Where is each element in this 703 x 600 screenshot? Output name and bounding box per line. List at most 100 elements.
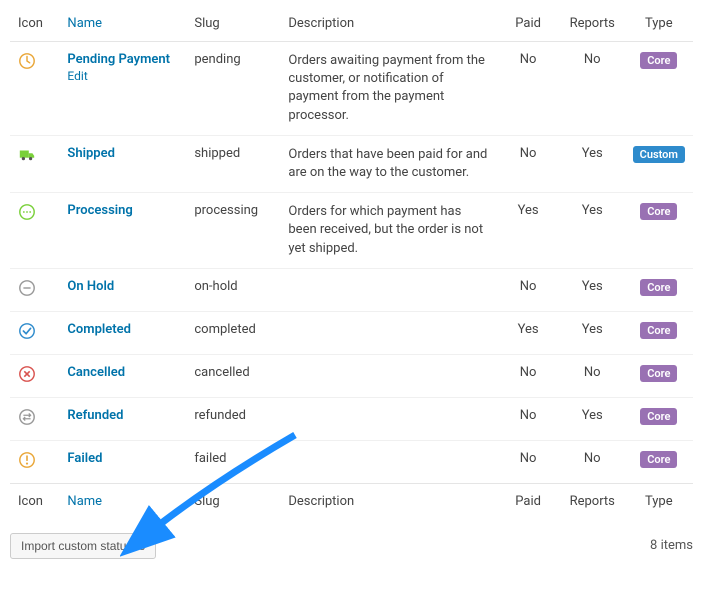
type-badge: Core: [640, 322, 677, 339]
status-reports: Yes: [560, 135, 625, 192]
status-reports: Yes: [560, 397, 625, 440]
table-row: On Hold on-hold NoYesCore: [10, 268, 693, 311]
status-paid: No: [496, 440, 560, 483]
truck-icon: [10, 135, 59, 192]
status-description: Orders awaiting payment from the custome…: [280, 42, 496, 136]
status-type: Core: [625, 42, 693, 136]
type-badge: Core: [640, 203, 677, 220]
status-reports: Yes: [560, 268, 625, 311]
table-body: Pending Payment Edit pendingOrders awaitin…: [10, 42, 693, 484]
table-row: Refunded refunded NoYes Core: [10, 397, 693, 440]
status-name-link[interactable]: On Hold: [67, 279, 114, 294]
status-name-link[interactable]: Failed: [67, 451, 102, 466]
type-badge: Core: [640, 451, 677, 468]
status-slug: shipped: [186, 135, 280, 192]
status-name-cell: Completed: [59, 311, 186, 354]
edit-link[interactable]: Edit: [67, 69, 87, 83]
status-name-link[interactable]: Cancelled: [67, 365, 125, 380]
table-row: ProcessingprocessingOrders for which pay…: [10, 193, 693, 269]
column-footer-icon[interactable]: Icon: [10, 483, 59, 519]
sort-name-footer-link[interactable]: Name: [67, 494, 102, 509]
status-description: [280, 354, 496, 397]
status-name-cell: Cancelled: [59, 354, 186, 397]
alert-icon: [10, 440, 59, 483]
table-row: Failed failed NoNo Core: [10, 440, 693, 483]
status-reports: No: [560, 42, 625, 136]
status-slug: completed: [186, 311, 280, 354]
status-slug: failed: [186, 440, 280, 483]
status-paid: Yes: [496, 193, 560, 269]
column-header-reports[interactable]: Reports: [560, 6, 625, 42]
status-name-cell: Processing: [59, 193, 186, 269]
status-description: [280, 311, 496, 354]
status-paid: No: [496, 268, 560, 311]
table-header: Icon Name Slug Description Paid Reports …: [10, 6, 693, 42]
row-actions: Edit: [67, 69, 178, 83]
status-description: Orders for which payment has been receiv…: [280, 193, 496, 269]
column-footer-slug[interactable]: Slug: [186, 483, 280, 519]
type-badge: Custom: [633, 146, 685, 163]
status-type: Custom: [625, 135, 693, 192]
status-slug: refunded: [186, 397, 280, 440]
status-name-link[interactable]: Pending Payment: [67, 52, 170, 67]
column-header-type[interactable]: Type: [625, 6, 693, 42]
status-paid: No: [496, 397, 560, 440]
status-description: [280, 440, 496, 483]
import-custom-statuses-button[interactable]: Import custom statuses: [10, 533, 156, 559]
status-reports: Yes: [560, 311, 625, 354]
status-name-link[interactable]: Processing: [67, 203, 132, 218]
status-name-cell: Refunded: [59, 397, 186, 440]
status-slug: on-hold: [186, 268, 280, 311]
status-name-cell: On Hold: [59, 268, 186, 311]
column-footer-type[interactable]: Type: [625, 483, 693, 519]
column-footer-paid[interactable]: Paid: [496, 483, 560, 519]
status-name-link[interactable]: Refunded: [67, 408, 123, 423]
table-row: Completed completed YesYes Core: [10, 311, 693, 354]
status-paid: No: [496, 135, 560, 192]
swap-icon: [10, 397, 59, 440]
status-slug: cancelled: [186, 354, 280, 397]
column-header-slug[interactable]: Slug: [186, 6, 280, 42]
status-table: Icon Name Slug Description Paid Reports …: [10, 6, 693, 519]
table-row: Shipped shippedOrders that have been paid…: [10, 135, 693, 192]
column-header-name[interactable]: Name: [59, 6, 186, 42]
column-header-description[interactable]: Description: [280, 6, 496, 42]
status-type: Core: [625, 397, 693, 440]
status-reports: No: [560, 440, 625, 483]
status-description: [280, 268, 496, 311]
status-type: Core: [625, 354, 693, 397]
minus-icon: [10, 268, 59, 311]
sort-name-link[interactable]: Name: [67, 16, 102, 31]
status-slug: pending: [186, 42, 280, 136]
dots-icon: [10, 193, 59, 269]
status-type: Core: [625, 268, 693, 311]
status-description: Orders that have been paid for and are o…: [280, 135, 496, 192]
column-header-paid[interactable]: Paid: [496, 6, 560, 42]
status-name-cell: Failed: [59, 440, 186, 483]
status-name-cell: Pending Payment Edit: [59, 42, 186, 136]
table-footer: Icon Name Slug Description Paid Reports …: [10, 483, 693, 519]
status-description: [280, 397, 496, 440]
column-footer-description[interactable]: Description: [280, 483, 496, 519]
x-icon: [10, 354, 59, 397]
column-footer-name[interactable]: Name: [59, 483, 186, 519]
column-footer-reports[interactable]: Reports: [560, 483, 625, 519]
bottom-bar: Import custom statuses 8 items: [10, 533, 693, 559]
status-reports: No: [560, 354, 625, 397]
type-badge: Core: [640, 408, 677, 425]
type-badge: Core: [640, 52, 677, 69]
status-name-link[interactable]: Completed: [67, 322, 131, 337]
status-paid: No: [496, 42, 560, 136]
clock-icon: [10, 42, 59, 136]
status-type: Core: [625, 440, 693, 483]
items-count: 8 items: [650, 538, 693, 553]
status-paid: Yes: [496, 311, 560, 354]
status-name-cell: Shipped: [59, 135, 186, 192]
table-row: CancelledcancelledNoNoCore: [10, 354, 693, 397]
status-type: Core: [625, 311, 693, 354]
column-header-icon[interactable]: Icon: [10, 6, 59, 42]
status-paid: No: [496, 354, 560, 397]
status-name-link[interactable]: Shipped: [67, 146, 115, 161]
check-icon: [10, 311, 59, 354]
table-row: Pending Payment Edit pendingOrders awaitin…: [10, 42, 693, 136]
